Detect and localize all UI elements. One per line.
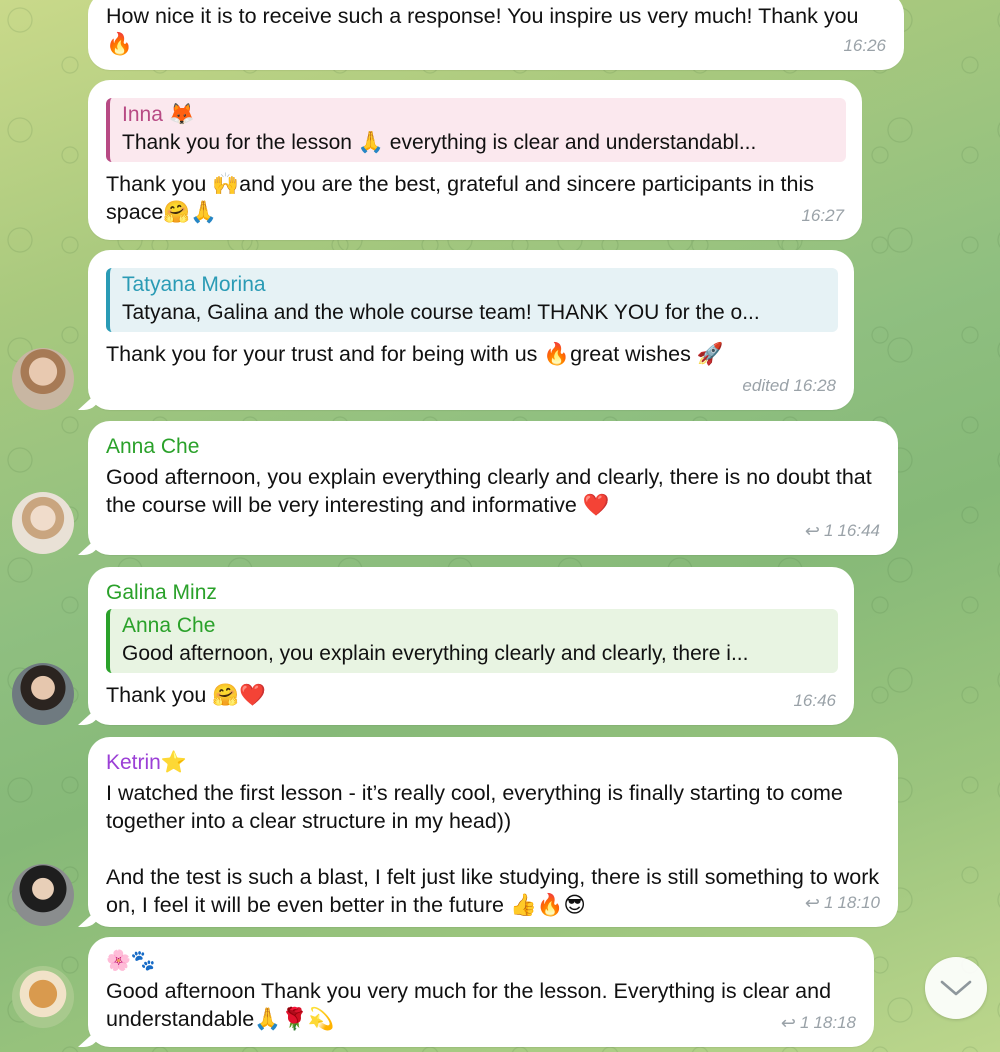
message-text: Good afternoon Thank you very much for t… xyxy=(106,979,838,1031)
message-bubble[interactable]: Ketrin⭐ I watched the first lesson - it’… xyxy=(88,737,898,927)
message-text: Thank you for your trust and for being w… xyxy=(106,342,724,366)
reply-arrow-icon: ↩ xyxy=(804,521,820,541)
message-text: Thank you 🙌and you are the best, gratefu… xyxy=(106,172,820,224)
quote-text: Tatyana, Galina and the whole course tea… xyxy=(122,301,760,324)
sender-name[interactable]: Ketrin⭐ xyxy=(106,749,882,777)
reply-arrow-icon: ↩ xyxy=(804,893,820,913)
avatar[interactable] xyxy=(12,663,74,725)
message-time: 16:44 xyxy=(837,521,880,540)
quote-text: Thank you for the lesson 🙏 everything is… xyxy=(122,131,757,154)
avatar[interactable] xyxy=(12,492,74,554)
message-bubble[interactable]: 🌸🐾 Good afternoon Thank you very much fo… xyxy=(88,937,874,1047)
avatar[interactable] xyxy=(12,864,74,926)
reply-count[interactable]: 1 xyxy=(824,889,833,917)
message-meta: ↩ 1 16:44 xyxy=(805,517,880,545)
quote-sender: Inna 🦊 xyxy=(122,103,195,126)
message-text: Good afternoon, you explain everything c… xyxy=(106,465,878,517)
message-text: How nice it is to receive such a respons… xyxy=(106,4,865,56)
scroll-to-bottom-button[interactable] xyxy=(925,957,987,1019)
message-bubble[interactable]: Tatyana Morina Tatyana, Galina and the w… xyxy=(88,250,854,410)
avatar[interactable] xyxy=(12,348,74,410)
message-time: 18:10 xyxy=(837,893,880,912)
reply-quote[interactable]: Tatyana Morina Tatyana, Galina and the w… xyxy=(106,268,838,332)
quote-sender: Anna Che xyxy=(122,614,216,637)
sender-name[interactable]: Anna Che xyxy=(106,433,882,461)
message-bubble[interactable]: Anna Che Good afternoon, you explain eve… xyxy=(88,421,898,555)
reply-quote[interactable]: Inna 🦊 Thank you for the lesson 🙏 everyt… xyxy=(106,98,846,162)
reply-arrow-icon: ↩ xyxy=(780,1013,796,1033)
message-text: Thank you 🤗❤️ xyxy=(106,683,266,707)
message-time: 16:27 xyxy=(801,206,844,225)
quote-text: Good afternoon, you explain everything c… xyxy=(122,642,749,665)
message-bubble[interactable]: Galina Minz Anna Che Good afternoon, you… xyxy=(88,567,854,725)
message-meta: ↩ 1 18:10 xyxy=(805,889,880,917)
reply-count[interactable]: 1 xyxy=(824,517,833,545)
sender-name[interactable]: Galina Minz xyxy=(106,579,838,607)
avatar[interactable] xyxy=(12,966,74,1028)
quote-sender: Tatyana Morina xyxy=(122,273,266,296)
message-text: I watched the first lesson - it’s really… xyxy=(106,781,880,917)
reply-quote[interactable]: Anna Che Good afternoon, you explain eve… xyxy=(106,609,838,673)
message-time: 16:46 xyxy=(793,691,836,710)
reply-count[interactable]: 1 xyxy=(800,1009,809,1037)
chevron-down-icon xyxy=(940,980,972,996)
message-time: edited 16:28 xyxy=(742,376,836,395)
message-time: 16:26 xyxy=(843,36,886,55)
message-bubble[interactable]: How nice it is to receive such a respons… xyxy=(88,0,904,70)
sender-name[interactable]: 🌸🐾 xyxy=(106,947,858,975)
message-bubble[interactable]: Inna 🦊 Thank you for the lesson 🙏 everyt… xyxy=(88,80,862,240)
message-time: 18:18 xyxy=(813,1013,856,1032)
message-meta: ↩ 1 18:18 xyxy=(781,1009,856,1037)
